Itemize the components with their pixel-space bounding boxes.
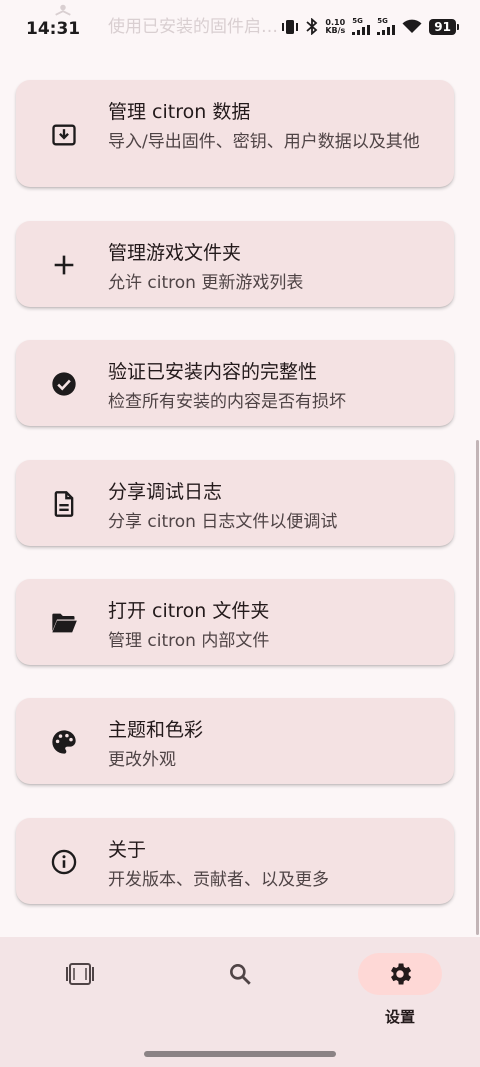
settings-item-manage-data[interactable]: 管理 citron 数据 导入/导出固件、密钥、用户数据以及其他 (16, 80, 454, 187)
item-title: 分享调试日志 (108, 481, 223, 503)
item-title: 管理游戏文件夹 (108, 242, 242, 264)
settings-item-about[interactable]: 关于 开发版本、贡献者、以及更多 (16, 818, 454, 904)
item-description: 分享 citron 日志文件以便调试 (108, 512, 338, 532)
item-description: 允许 citron 更新游戏列表 (108, 273, 304, 293)
document-icon (54, 491, 74, 517)
item-title: 验证已安装内容的完整性 (108, 361, 318, 383)
signal-bars-icon (352, 25, 371, 35)
vibrate-icon (282, 19, 299, 34)
plus-icon (54, 255, 74, 275)
settings-item-theme[interactable]: 主题和色彩 更改外观 (16, 698, 454, 784)
settings-item-game-folders[interactable]: 管理游戏文件夹 允许 citron 更新游戏列表 (16, 221, 454, 307)
item-description: 开发版本、贡献者、以及更多 (108, 870, 329, 890)
signal-bars-icon (377, 25, 396, 35)
item-title: 打开 citron 文件夹 (108, 600, 270, 622)
check-circle-icon (52, 372, 76, 396)
nav-active-indicator (358, 953, 442, 995)
nav-search[interactable] (160, 937, 320, 1037)
clock: 14:31 (26, 19, 81, 39)
wifi-icon (402, 19, 422, 33)
item-description: 检查所有安装的内容是否有损坏 (108, 392, 346, 412)
signal-sim1: 5G (352, 18, 371, 35)
bottom-navigation: 设置 (0, 937, 480, 1067)
search-icon (230, 964, 251, 985)
palette-icon (52, 730, 76, 754)
home-indicator[interactable] (144, 1051, 336, 1057)
status-bar: 使用已安装的固件启… 14:31 0.10 KB/s 5G 5G 91 (0, 0, 480, 58)
battery-indicator: 91 (429, 18, 459, 35)
gear-icon (391, 963, 412, 985)
item-title: 关于 (108, 839, 147, 861)
folder-open-icon (52, 613, 77, 633)
games-icon (66, 963, 94, 985)
info-icon (51, 849, 77, 875)
settings-item-open-folder[interactable]: 打开 citron 文件夹 管理 citron 内部文件 (16, 579, 454, 665)
settings-item-verify-integrity[interactable]: 验证已安装内容的完整性 检查所有安装的内容是否有损坏 (16, 340, 454, 426)
scrolled-faded-text: 使用已安装的固件启… (108, 17, 278, 37)
nav-settings[interactable]: 设置 (320, 937, 480, 1037)
item-description: 更改外观 (108, 750, 176, 770)
bluetooth-icon (306, 18, 318, 35)
scrollbar[interactable] (476, 440, 479, 935)
status-icons: 0.10 KB/s 5G 5G 91 (281, 17, 459, 35)
download-box-icon (52, 124, 76, 146)
item-title: 主题和色彩 (108, 719, 204, 741)
signal-sim2: 5G (377, 18, 396, 35)
nav-games[interactable] (0, 937, 160, 1037)
network-speed: 0.10 KB/s (325, 17, 346, 35)
item-title: 管理 citron 数据 (108, 101, 251, 123)
item-description: 导入/导出固件、密钥、用户数据以及其他 (108, 132, 420, 152)
settings-item-share-log[interactable]: 分享调试日志 分享 citron 日志文件以便调试 (16, 460, 454, 546)
item-description: 管理 citron 内部文件 (108, 631, 270, 651)
nav-label-settings: 设置 (384, 1008, 415, 1026)
